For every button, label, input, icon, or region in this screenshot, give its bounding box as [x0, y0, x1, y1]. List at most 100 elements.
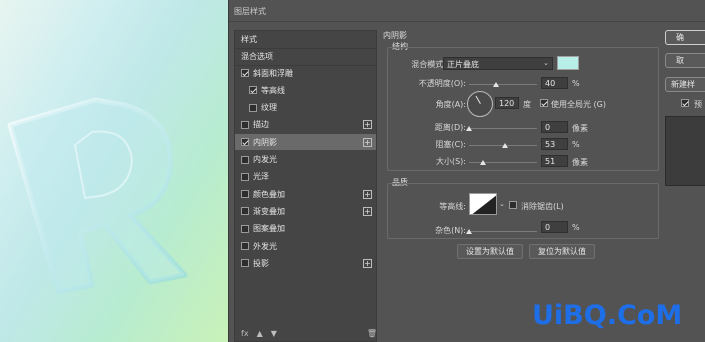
- style-item-checkbox[interactable]: [241, 190, 249, 199]
- contour-preview[interactable]: [469, 193, 497, 215]
- distance-input[interactable]: 0: [541, 121, 568, 133]
- noise-slider-thumb[interactable]: [466, 229, 472, 234]
- distance-slider-thumb[interactable]: [466, 126, 472, 131]
- style-list: 样式 混合选项 斜面和浮雕等高线纹理描边 + 内阴影 + 内发光光泽颜色叠加 + 渐变叠加 +…: [234, 30, 377, 342]
- opacity-slider-track[interactable]: [469, 84, 537, 85]
- style-item-checkbox[interactable]: [241, 138, 249, 147]
- blend-mode-select[interactable]: 正片叠底 ⌄: [443, 57, 553, 70]
- glass-letter-r: [7, 97, 188, 295]
- noise-slider-track[interactable]: [469, 231, 537, 232]
- anti-alias-checkbox[interactable]: [509, 201, 517, 209]
- size-input[interactable]: 51: [541, 155, 568, 167]
- opacity-input[interactable]: 40: [541, 77, 568, 89]
- dialog-title: 图层样式: [229, 0, 705, 22]
- style-item-checkbox[interactable]: [241, 259, 249, 268]
- style-item[interactable]: 斜面和浮雕: [235, 65, 376, 81]
- canvas-background: [0, 0, 230, 342]
- style-item[interactable]: 等高线: [235, 82, 376, 98]
- angle-input[interactable]: 120: [495, 97, 519, 109]
- style-item-label: 光泽: [253, 172, 269, 182]
- add-effect-icon[interactable]: +: [363, 258, 372, 268]
- size-label: 大小(S):: [435, 157, 466, 166]
- style-item-checkbox[interactable]: [241, 155, 249, 164]
- add-effect-icon[interactable]: +: [363, 120, 372, 130]
- style-preview-thumbnail: [665, 116, 705, 186]
- style-item[interactable]: 内发光: [235, 152, 376, 168]
- choke-input[interactable]: 53: [541, 138, 568, 150]
- style-item-checkbox[interactable]: [249, 103, 257, 112]
- size-unit: 像素: [572, 158, 588, 167]
- anti-alias-label: 消除锯齿(L): [521, 202, 564, 211]
- opacity-unit: %: [572, 79, 580, 88]
- opacity-slider-thumb[interactable]: [493, 82, 500, 87]
- section-title: 内阴影: [383, 31, 407, 40]
- style-item-checkbox[interactable]: [249, 86, 257, 95]
- style-item-checkbox[interactable]: [241, 207, 249, 216]
- style-item-checkbox[interactable]: [241, 120, 249, 129]
- style-item-checkbox[interactable]: [241, 242, 249, 250]
- distance-slider-track[interactable]: [469, 128, 537, 129]
- style-item-checkbox[interactable]: [241, 224, 249, 233]
- contour-curve-icon: [472, 195, 496, 214]
- up-arrow-icon[interactable]: ▲: [257, 329, 263, 339]
- style-item-label: 描边: [253, 120, 269, 130]
- blend-options-item[interactable]: 混合选项: [235, 48, 376, 64]
- chevron-down-icon: ⌄: [543, 59, 549, 67]
- style-item-label: 投影: [253, 258, 269, 268]
- style-item[interactable]: 纹理: [235, 100, 376, 116]
- style-item-checkbox[interactable]: [241, 172, 249, 181]
- style-item-label: 内发光: [253, 155, 277, 164]
- style-item-label: 外发光: [253, 241, 277, 251]
- style-item[interactable]: 内阴影 +: [235, 134, 376, 151]
- new-style-button[interactable]: 新建样: [665, 77, 705, 92]
- preview-checkbox[interactable]: [681, 99, 689, 107]
- add-effect-icon[interactable]: +: [363, 137, 372, 147]
- contour-label: 等高线:: [439, 202, 466, 211]
- style-item-label: 纹理: [261, 103, 277, 113]
- angle-label: 角度(A):: [435, 100, 466, 109]
- chevron-down-icon[interactable]: ⌄: [499, 200, 505, 208]
- fx-icon[interactable]: fx: [241, 329, 249, 339]
- noise-label: 杂色(N):: [435, 226, 466, 235]
- trash-icon[interactable]: 🗑: [367, 329, 377, 339]
- style-item-label: 等高线: [261, 85, 285, 95]
- cancel-button[interactable]: 取: [665, 53, 705, 68]
- global-light-checkbox[interactable]: [540, 99, 548, 107]
- blend-mode-label: 混合模式:: [411, 60, 446, 69]
- opacity-label: 不透明度(O):: [418, 79, 466, 88]
- style-item[interactable]: 光泽: [235, 169, 376, 185]
- size-slider-thumb[interactable]: [479, 160, 486, 165]
- distance-unit: 像素: [572, 124, 588, 133]
- angle-dial[interactable]: [467, 91, 493, 117]
- choke-slider-thumb[interactable]: [502, 143, 509, 148]
- preview-label: 预: [694, 100, 702, 109]
- shadow-color-swatch[interactable]: [557, 56, 579, 70]
- style-item[interactable]: 渐变叠加 +: [235, 203, 376, 219]
- style-item[interactable]: 外发光: [235, 238, 376, 254]
- reset-default-button[interactable]: 复位为默认值: [529, 244, 595, 259]
- angle-unit: 度: [523, 100, 531, 109]
- style-item[interactable]: 颜色叠加 +: [235, 186, 376, 202]
- style-item[interactable]: 图案叠加: [235, 221, 376, 237]
- fx-toolbar: fx ▲ ▼ 🗑: [241, 329, 377, 339]
- layer-style-dialog: 图层样式 样式 混合选项 斜面和浮雕等高线纹理描边 + 内阴影 + 内发光光泽颜色叠加 +…: [228, 0, 705, 342]
- make-default-button[interactable]: 设置为默认值: [457, 244, 523, 259]
- style-item[interactable]: 描边 +: [235, 117, 376, 133]
- style-item-label: 渐变叠加: [253, 206, 285, 216]
- add-effect-icon[interactable]: +: [363, 189, 372, 199]
- style-item-label: 内阴影: [253, 137, 277, 147]
- style-item-label: 颜色叠加: [253, 189, 285, 199]
- watermark-text: UiBQ.CoM: [532, 300, 683, 331]
- choke-label: 阻塞(C):: [435, 140, 466, 149]
- style-item-checkbox[interactable]: [241, 69, 249, 77]
- blend-mode-value: 正片叠底: [447, 60, 479, 69]
- noise-input[interactable]: 0: [541, 221, 568, 233]
- noise-unit: %: [572, 223, 580, 232]
- style-item[interactable]: 投影 +: [235, 255, 376, 271]
- choke-unit: %: [572, 140, 580, 149]
- down-arrow-icon[interactable]: ▼: [271, 329, 277, 339]
- styles-header[interactable]: 样式: [235, 31, 376, 47]
- ok-button[interactable]: 确: [665, 30, 705, 45]
- global-light-label: 使用全局光 (G): [551, 100, 606, 109]
- add-effect-icon[interactable]: +: [363, 206, 372, 216]
